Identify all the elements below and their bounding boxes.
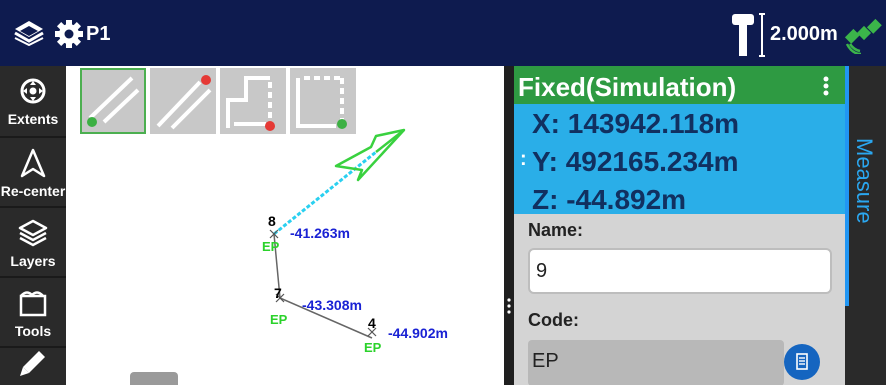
point-elevation: -41.263m (290, 225, 350, 241)
drag-handle-icon (507, 298, 511, 314)
coord-x: X: 143942.118m (532, 108, 740, 139)
gear-icon[interactable] (54, 19, 84, 49)
coord-y: Y: 492165.234m (532, 146, 739, 177)
code-label: Code: (528, 310, 579, 330)
recenter-icon (20, 148, 46, 178)
name-input[interactable]: 9 (528, 248, 832, 294)
app-logo-icon[interactable] (14, 20, 44, 46)
point-id: 8 (268, 213, 276, 229)
survey-point[interactable]: 7 EP -43.308m (270, 285, 362, 327)
more-menu-icon[interactable] (823, 76, 829, 96)
point-elevation: -43.308m (302, 297, 362, 313)
pencil-button[interactable] (0, 340, 66, 385)
antenna-pole-icon[interactable] (732, 12, 766, 58)
layers-icon (18, 219, 48, 247)
tools-button[interactable]: Tools (0, 278, 66, 348)
guidance-line (273, 150, 377, 236)
extents-icon (20, 78, 46, 104)
coordinates-panel[interactable]: : X: 143942.118m Y: 492165.234m Z: -44.8… (514, 104, 845, 215)
antenna-height[interactable]: 2.000m (770, 23, 838, 46)
code-list-button[interactable] (784, 344, 820, 380)
project-name[interactable]: P1 (86, 23, 110, 46)
tools-label: Tools (14, 323, 52, 339)
map-view[interactable]: 8 EP -41.263m 7 EP -43.308m 4 EP -44.902… (66, 66, 504, 385)
fix-status-bar[interactable]: Fixed(Simulation) (514, 66, 845, 104)
pencil-icon (20, 350, 45, 376)
extents-label: Extents (7, 111, 59, 127)
extents-button[interactable]: Extents (0, 66, 66, 136)
top-bar: P1 2.000m (0, 0, 886, 66)
tools-icon (19, 291, 47, 317)
layers-label: Layers (10, 253, 56, 269)
recenter-button[interactable]: Re-center (0, 138, 66, 208)
measure-tab-label: Measure (852, 138, 877, 224)
tab-accent (845, 66, 849, 306)
recenter-label: Re-center (0, 183, 66, 199)
drag-dots-icon: : (520, 148, 527, 170)
name-label: Name: (528, 220, 584, 240)
point-code: EP (364, 340, 382, 355)
survey-point[interactable]: 8 EP -41.263m (262, 213, 350, 254)
code-list-icon (796, 353, 808, 370)
survey-point[interactable]: 4 EP -44.902m (364, 315, 448, 355)
measure-panel: Fixed(Simulation) : X: 143942.118m Y: 49… (514, 66, 845, 385)
layers-button[interactable]: Layers (0, 208, 66, 278)
coord-z: Z: -44.892m (532, 184, 687, 215)
map-handle[interactable] (130, 372, 178, 385)
code-input[interactable]: EP (528, 340, 784, 385)
point-code: EP (262, 239, 280, 254)
fix-status: Fixed(Simulation) (518, 72, 737, 102)
survey-line (273, 233, 373, 339)
point-id: 7 (274, 285, 282, 301)
map-canvas: 8 EP -41.263m 7 EP -43.308m 4 EP -44.902… (130, 128, 448, 385)
measure-tab[interactable]: Measure (845, 66, 886, 385)
left-toolbar: Extents Re-center Layers Tools (0, 66, 66, 385)
point-id: 4 (368, 315, 376, 331)
point-code: EP (270, 312, 288, 327)
panel-splitter[interactable] (504, 66, 514, 385)
satellite-icon[interactable] (844, 14, 884, 54)
point-elevation: -44.902m (388, 325, 448, 341)
